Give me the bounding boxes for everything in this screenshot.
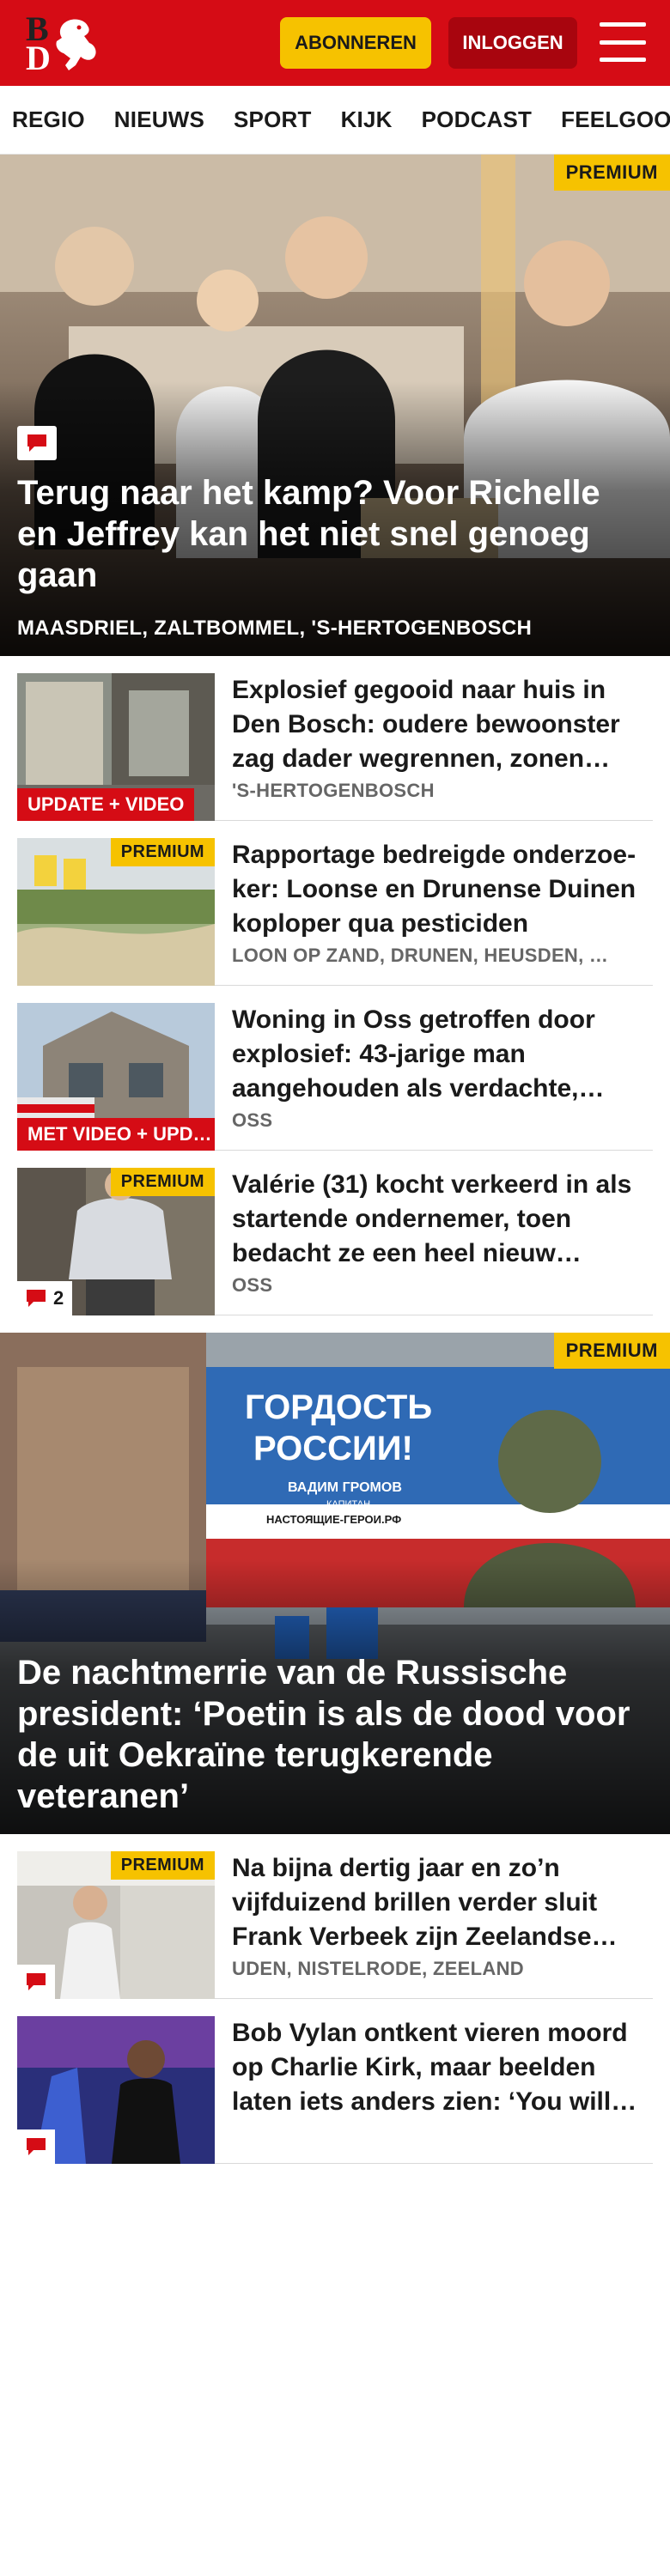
hero-article-2[interactable]: ГОРДОСТЬ РОССИИ! ВАДИМ ГРОМОВ КАПИТАН НА… [0,1333,670,1834]
list-item[interactable]: MET VIDEO + UPD… Woning in Oss getroffen… [17,986,653,1151]
article-thumbnail: UPDATE + VIDEO [17,673,215,821]
billboard-line-1: ГОРДОСТЬ [245,1388,432,1426]
comment-icon [27,2138,46,2155]
article-thumbnail: PREMIUM [17,838,215,986]
article-location: 'S-HERTOGENBOSCH [232,780,435,801]
article-list: UPDATE + VIDEO Explosief gegooid naar hu… [0,656,670,1315]
menu-bar [600,22,646,27]
nav-item-feelgood[interactable]: FEELGOOD [561,106,670,133]
hero-article[interactable]: PREMIUM Terug naar het kamp? Voor Richel… [0,155,670,656]
premium-badge: PREMIUM [553,1333,670,1369]
article-thumbnail [17,2016,215,2164]
lion-logo-icon [56,19,96,70]
comment-icon-button[interactable] [17,2129,55,2164]
comment-icon [27,1290,46,1307]
article-title[interactable]: Valérie (31) kocht verkeerd in als start… [232,1168,653,1271]
comment-icon [27,1973,46,1990]
article-text: Na bijna dertig jaar en zo’n vijfduizend… [215,1851,653,1998]
menu-icon[interactable] [600,22,646,62]
section-nav: REGIO NIEUWS SPORT KIJK PODCAST FEELGOOD… [0,86,670,155]
hero-title-2[interactable]: De nachtmerrie van de Russische presiden… [17,1652,644,1817]
article-title[interactable]: Na bijna dertig jaar en zo’n vijfduizend… [232,1851,653,1954]
article-location: LOON OP ZAND, DRUNEN, HEUSDEN, … [232,945,609,966]
comment-icon-glyph [27,434,46,452]
article-title[interactable]: Bob Vylan ontkent vieren moord op Charli… [232,2016,653,2119]
article-thumbnail: MET VIDEO + UPD… [17,1003,215,1151]
article-list-2: PREMIUM Na bijna dertig jaar en zo’n vij… [0,1834,670,2164]
subscribe-button[interactable]: ABONNEREN [280,17,431,69]
menu-bar [600,58,646,62]
comment-icon[interactable] [17,426,57,460]
comment-icon-button[interactable] [17,1965,55,1999]
hero-location: MAASDRIEL, ZALTBOMMEL, 'S-HERTOGENBOSCH [17,617,533,640]
billboard-rank: КАПИТАН [326,1499,370,1510]
article-thumbnail: PREMIUM [17,1851,215,1999]
nav-item-podcast[interactable]: PODCAST [422,106,533,133]
comment-count-value: 2 [53,1287,64,1309]
article-text: Woning in Oss getroffen door explosief: … [215,1003,653,1150]
article-title[interactable]: Woning in Oss getroffen door explosief: … [232,1003,653,1106]
article-location: UDEN, NISTELRODE, ZEELAND [232,1958,524,1979]
billboard-line-2: РОССИИ! [253,1430,413,1467]
menu-bar [600,39,646,45]
premium-badge: PREMIUM [553,155,670,191]
premium-badge: PREMIUM [110,1851,215,1880]
site-header: B D ABONNEREN INLOGGEN [0,0,670,86]
comment-count[interactable]: 2 [17,1281,73,1315]
article-text: Valérie (31) kocht verkeerd in als start… [215,1168,653,1315]
article-text: Explosief gegooid naar huis in Den Bosch… [215,673,653,820]
nav-item-regio[interactable]: REGIO [12,106,85,133]
nav-item-sport[interactable]: SPORT [234,106,312,133]
list-item[interactable]: PREMIUM Na bijna dertig jaar en zo’n vij… [17,1834,653,1999]
article-thumbnail: PREMIUM 2 [17,1168,215,1315]
video-update-badge: MET VIDEO + UPD… [17,1118,215,1151]
nav-item-kijk[interactable]: KIJK [341,106,393,133]
update-badge: UPDATE + VIDEO [17,788,195,821]
article-text: Rapportage bedreigde onderzoe­ker: Loons… [215,838,653,985]
billboard-site: НАСТОЯЩИЕ-ГЕРОИ.РФ [266,1513,401,1526]
hero-title[interactable]: Terug naar het kamp? Voor Richelle en Je… [17,472,644,596]
list-item[interactable]: PREMIUM Rapportage bedreigde onderzoe­ke… [17,821,653,986]
login-button[interactable]: INLOGGEN [448,17,577,69]
article-title[interactable]: Rapportage bedreigde onderzoe­ker: Loons… [232,838,653,941]
article-location: OSS [232,1274,273,1296]
article-text: Bob Vylan ontkent vieren moord op Charli… [215,2016,653,2163]
billboard-name: ВАДИМ ГРОМОВ [288,1480,402,1495]
list-item[interactable]: PREMIUM 2 Valérie (31) kocht verkeerd in… [17,1151,653,1315]
premium-badge: PREMIUM [110,838,215,866]
article-location: OSS [232,1109,273,1131]
list-item[interactable]: Bob Vylan ontkent vieren moord op Charli… [17,1999,653,2164]
list-item[interactable]: UPDATE + VIDEO Explosief gegooid naar hu… [17,656,653,821]
logo-letter-d: D [26,39,51,77]
bd-logo[interactable]: B D [19,12,101,77]
nav-item-nieuws[interactable]: NIEUWS [114,106,204,133]
premium-badge: PREMIUM [110,1168,215,1196]
article-title[interactable]: Explosief gegooid naar huis in Den Bosch… [232,673,653,776]
